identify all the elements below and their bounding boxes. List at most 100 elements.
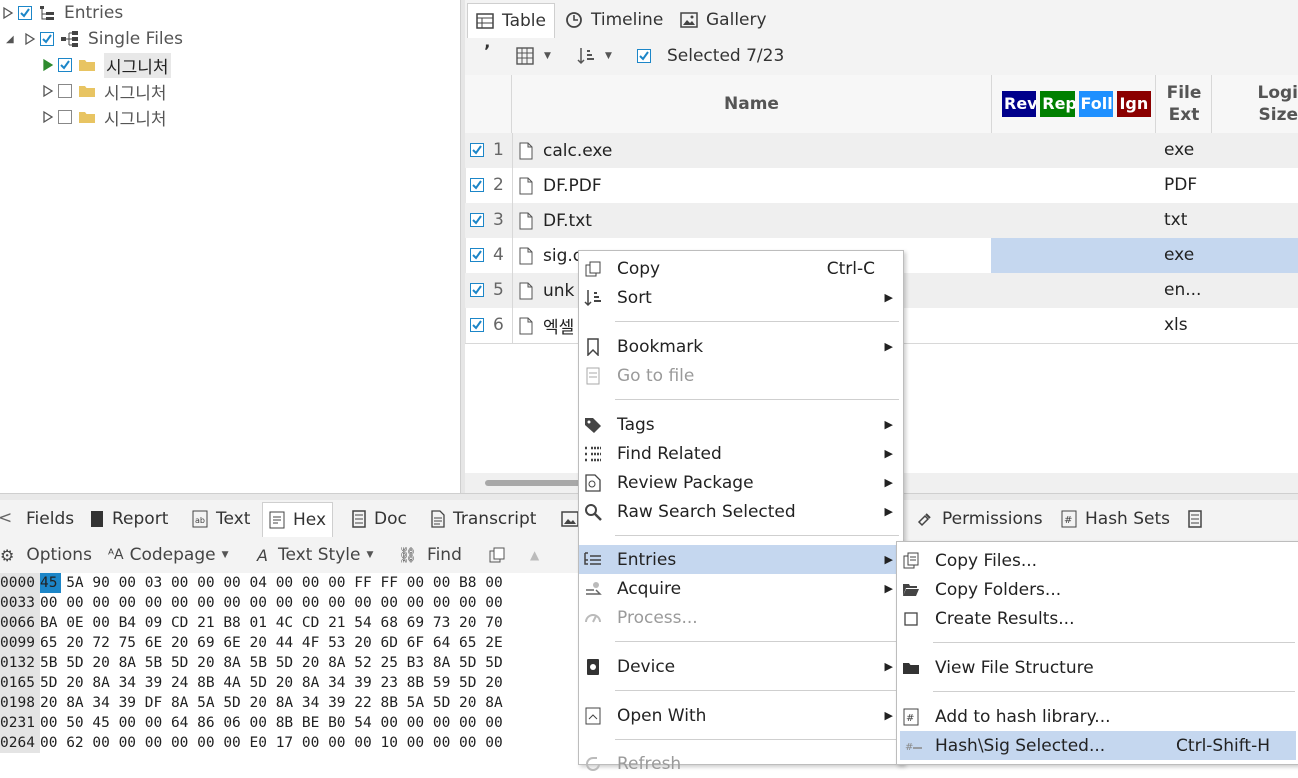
- tree-checkbox[interactable]: [18, 6, 32, 20]
- menu-item-open-with[interactable]: Open With ▶: [579, 701, 903, 730]
- folder-icon: [902, 659, 920, 677]
- codepage-icon: ᴬA: [108, 547, 124, 563]
- collapse-triangle-icon[interactable]: [2, 6, 14, 20]
- menu-item-raw-search-selected[interactable]: Raw Search Selected ▶: [579, 497, 903, 526]
- prev-button[interactable]: ▲: [530, 537, 539, 573]
- tab-permissions[interactable]: Permissions: [910, 502, 1049, 536]
- table-row[interactable]: 2 DF.PDF PDF: [465, 168, 1298, 203]
- find-button[interactable]: ⛓ Find: [398, 537, 462, 573]
- hex-view[interactable]: 000045 5A 90 00 03 00 00 00 04 00 00 00 …: [0, 573, 578, 763]
- tab-gallery[interactable]: Gallery: [672, 3, 775, 37]
- menu-item-entries[interactable]: Entries ▶: [579, 545, 903, 574]
- tab-text[interactable]: ab Text: [186, 502, 256, 536]
- select-all-checkbox[interactable]: [637, 49, 651, 63]
- tab-doc[interactable]: Doc: [346, 502, 413, 536]
- hex-doc-icon: [269, 511, 285, 529]
- menu-item-sort[interactable]: Sort ▶: [579, 283, 903, 312]
- key-icon: [916, 510, 934, 528]
- tab-label: Doc: [374, 509, 407, 529]
- tab-report[interactable]: Report: [84, 502, 174, 536]
- submenu-item-create-results[interactable]: Create Results...: [897, 604, 1298, 633]
- tree-checkbox[interactable]: [58, 110, 72, 124]
- header-name[interactable]: Name: [512, 75, 992, 133]
- submenu-item-hash-sig-selected[interactable]: # Hash\Sig Selected... Ctrl-Shift-H: [900, 731, 1296, 760]
- hash-sig-icon: #: [905, 737, 923, 755]
- play-triangle-icon[interactable]: [42, 58, 54, 72]
- header-checkbox-col[interactable]: [465, 75, 512, 133]
- row-checkbox[interactable]: [470, 178, 484, 192]
- quote-button[interactable]: ’: [484, 42, 490, 62]
- row-checkbox[interactable]: [470, 143, 484, 157]
- tree-node-folder-1[interactable]: 시그니처: [42, 52, 171, 78]
- row-number: 6: [493, 315, 504, 335]
- row-checkbox[interactable]: [470, 213, 484, 227]
- row-checkbox[interactable]: [470, 283, 484, 297]
- tabs-scroll-left-icon[interactable]: <: [0, 508, 12, 528]
- tree-node-folder-3[interactable]: 시그니처: [42, 104, 167, 130]
- menu-item-process[interactable]: Process...: [579, 603, 903, 632]
- tree-node-folder-2[interactable]: 시그니처: [42, 78, 167, 104]
- menu-item-bookmark[interactable]: Bookmark ▶: [579, 332, 903, 361]
- tree-checkbox[interactable]: [58, 84, 72, 98]
- row-checkbox[interactable]: [470, 248, 484, 262]
- menu-separator: [615, 739, 899, 740]
- doc-icon: [1188, 510, 1202, 528]
- sort-button[interactable]: ▼: [577, 47, 612, 65]
- tab-fields[interactable]: Fields: [20, 502, 80, 536]
- collapse-triangle-icon[interactable]: [42, 84, 54, 98]
- tree-checkbox[interactable]: [40, 32, 54, 46]
- file-name: 엑셀: [543, 313, 574, 338]
- header-tags[interactable]: Rev Rep Foll Ign: [992, 75, 1156, 133]
- tag-chip-follow: Foll: [1079, 91, 1113, 117]
- collapse-triangle-icon[interactable]: [24, 32, 36, 46]
- collapse-triangle-icon[interactable]: [42, 110, 54, 124]
- tab-table[interactable]: Table: [467, 3, 555, 38]
- row-checkbox[interactable]: [470, 318, 484, 332]
- tree-checkbox[interactable]: [58, 58, 72, 72]
- submenu-item-add-to-hash-library[interactable]: # Add to hash library...: [897, 702, 1298, 731]
- expanded-triangle-icon[interactable]: ◢: [6, 34, 24, 45]
- menu-label: Device: [617, 657, 675, 677]
- file-icon: [519, 142, 533, 160]
- header-file-ext[interactable]: File Ext: [1157, 75, 1212, 133]
- menu-item-device[interactable]: Device ▶: [579, 652, 903, 681]
- row-ext: exe: [1164, 140, 1194, 160]
- tree-node-entries[interactable]: Entries: [2, 0, 123, 26]
- text-style-dropdown[interactable]: A Text Style ▼: [257, 537, 373, 573]
- submenu-item-copy-files[interactable]: Copy Files...: [897, 546, 1298, 575]
- tab-hash-sets[interactable]: # Hash Sets: [1055, 502, 1176, 536]
- chevron-down-icon: ▼: [605, 51, 612, 61]
- tab-hex[interactable]: Hex: [262, 502, 333, 537]
- row-ext: xls: [1164, 315, 1188, 335]
- codepage-dropdown[interactable]: ᴬA Codepage ▼: [108, 537, 229, 573]
- menu-item-refresh[interactable]: Refresh: [579, 749, 903, 778]
- menu-item-review-package[interactable]: Review Package ▶: [579, 468, 903, 497]
- list-icon: [584, 445, 602, 463]
- tab-transcript[interactable]: Transcript: [425, 502, 542, 536]
- tab-label: Timeline: [591, 10, 663, 30]
- menu-item-copy[interactable]: Copy Ctrl-C: [579, 254, 903, 283]
- submenu-item-view-file-structure[interactable]: View File Structure: [897, 653, 1298, 682]
- row-highlight: [991, 238, 1298, 273]
- options-button[interactable]: ⚙ Options: [0, 537, 92, 573]
- menu-label: Review Package: [617, 473, 754, 493]
- table-row[interactable]: 1 calc.exe exe: [465, 133, 1298, 168]
- table-row[interactable]: 3 DF.txt txt: [465, 203, 1298, 238]
- menu-label: Copy Files...: [935, 551, 1037, 571]
- menu-item-find-related[interactable]: Find Related ▶: [579, 439, 903, 468]
- codepage-label: Codepage: [130, 545, 216, 565]
- header-logical-size[interactable]: Logi Size: [1212, 75, 1298, 133]
- menu-item-go-to-file[interactable]: Go to file: [579, 361, 903, 390]
- submenu-item-copy-folders[interactable]: Copy Folders...: [897, 575, 1298, 604]
- columns-button[interactable]: ▼: [516, 47, 551, 65]
- clock-icon: [565, 11, 583, 29]
- menu-item-tags[interactable]: Tags ▶: [579, 410, 903, 439]
- tree-node-single-files[interactable]: ◢ Single Files: [2, 26, 183, 52]
- menu-separator: [933, 691, 1295, 692]
- tab-timeline[interactable]: Timeline: [557, 3, 671, 37]
- copy-button[interactable]: [488, 537, 506, 573]
- folder-icon: [78, 57, 96, 73]
- tab-more[interactable]: [1182, 502, 1208, 536]
- menu-item-acquire[interactable]: Acquire ▶: [579, 574, 903, 603]
- header-label: File: [1167, 82, 1202, 104]
